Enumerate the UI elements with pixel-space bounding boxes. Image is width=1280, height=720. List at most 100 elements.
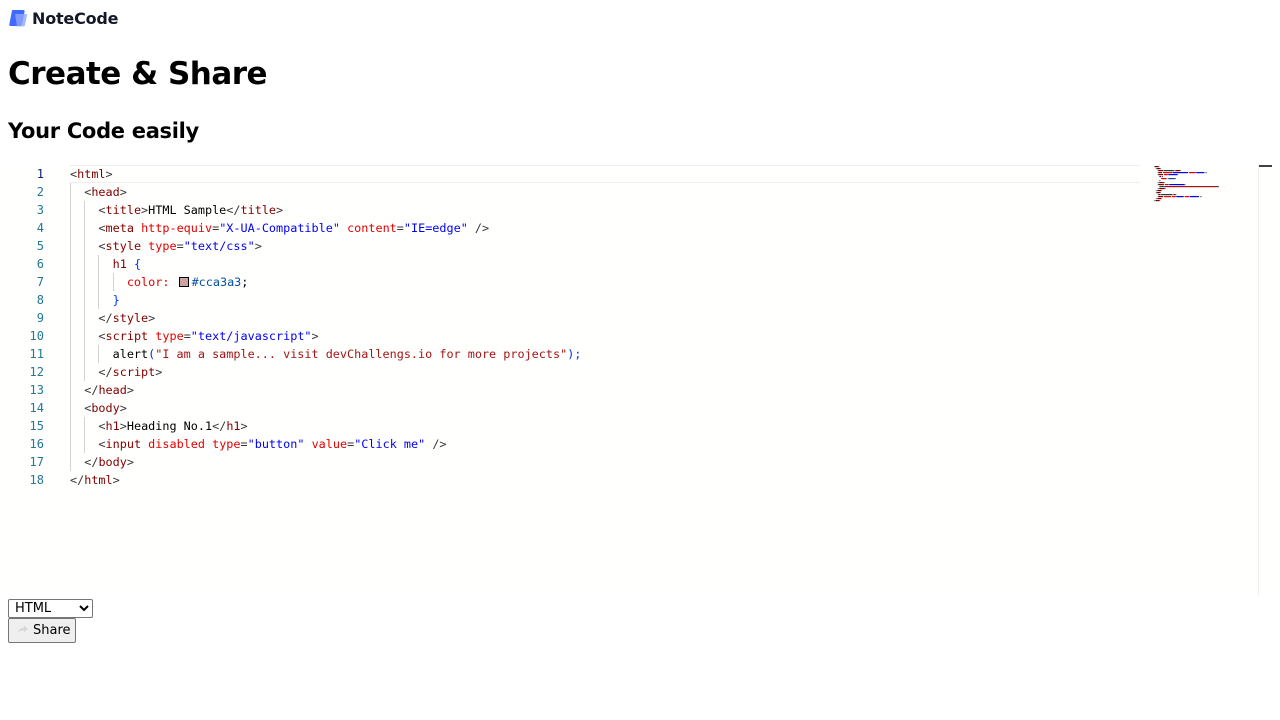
minimap-token [1196,172,1205,174]
code-line: <html> [70,165,113,183]
code-token: disabled [148,437,205,451]
code-token: style [112,311,149,325]
indent-guide [98,273,100,291]
minimap-token [1163,186,1165,188]
code-line: </head> [70,381,134,399]
share-button[interactable]: Share [8,618,76,643]
code-minimap[interactable] [1146,165,1246,225]
indent-guide [84,219,86,237]
code-token: "I am a sample... visit devChallengs.io … [155,347,568,361]
indent-guide [84,273,86,291]
code-line: color: #cca3a3; [70,273,249,291]
minimap-token [1189,196,1190,198]
indent-guide [70,399,71,417]
code-editor[interactable]: 1 2 3 4 5 6 7 8 9 10 11 12 13 14 15 16 17 18 <html> <head… [8,165,1272,595]
minimap-token [1163,170,1174,172]
minimap-token [1157,190,1162,192]
indent-guide [70,291,71,309]
code-token: < [98,419,106,433]
code-token: > [119,185,127,199]
indent-guide [70,273,71,291]
minimap-token [1161,194,1172,196]
minimap-token [1158,196,1163,198]
code-token: http-equiv [141,221,213,235]
code-line: <script type="text/javascript"> [70,327,318,345]
code-token: </ [84,383,99,397]
minimap-token [1167,178,1169,180]
line-number: 13 [29,383,44,397]
minimap-token [1175,194,1177,196]
color-swatch[interactable] [178,277,189,287]
share-button-label: Share [33,623,71,638]
minimap-token [1217,186,1218,188]
code-line: } [70,291,120,309]
code-token: h1 [105,419,120,433]
brand-logo[interactable]: NoteCode [8,8,119,28]
code-token: } [112,293,120,307]
indent-guide [70,183,71,201]
minimap-token [1184,196,1190,198]
indent-guide [70,201,71,219]
brand-name: NoteCode [32,8,119,28]
code-token: < [98,203,106,217]
line-number: 15 [29,419,44,433]
indent-guide [70,309,71,327]
indent-guide [84,201,86,219]
indent-guide [84,345,86,363]
minimap-token [1154,200,1156,202]
code-token: type [212,437,241,451]
minimap-token [1156,192,1161,194]
line-number: 9 [36,311,44,325]
page-title: Create & Share [8,56,268,92]
indent-guide [70,345,71,363]
minimap-token [1164,184,1169,186]
code-token: HTML Sample [148,203,227,217]
code-token: h1 [226,419,241,433]
code-line: <input disabled type="button" value="Cli… [70,435,446,453]
code-token: { [133,257,142,271]
code-token: input [105,437,142,451]
line-number: 18 [29,473,44,487]
code-line: <title>HTML Sample</title> [70,201,283,219]
minimap-token [1155,198,1158,200]
code-token: > [126,383,134,397]
minimap-token [1167,174,1169,176]
code-token: </ [84,455,99,469]
minimap-token [1184,184,1186,186]
code-token: </ [226,203,241,217]
minimap-token [1154,166,1159,168]
code-token: "button" [247,437,305,451]
code-token: script [112,365,156,379]
minimap-token [1155,192,1157,194]
code-token: type [155,329,184,343]
minimap-token [1168,184,1170,186]
minimap-token [1163,196,1172,198]
minimap-token [1175,196,1177,198]
code-token: > [119,419,127,433]
minimap-token [1163,174,1168,176]
minimap-token [1158,170,1163,172]
minimap-token [1160,194,1162,196]
minimap-token [1154,166,1155,168]
minimap-token [1164,186,1217,188]
code-token: > [155,365,163,379]
code-line: </style> [70,309,155,327]
code-token: h1 [112,257,127,271]
code-token: </ [98,365,113,379]
code-token: = [183,329,191,343]
code-token: </ [212,419,227,433]
minimap-token [1168,174,1178,176]
minimap-token [1157,196,1159,198]
language-select[interactable]: HTML [8,599,93,618]
minimap-token [1159,180,1161,182]
indent-guide [84,309,86,327]
vertical-scrollbar[interactable] [1258,165,1259,595]
line-number: 3 [36,203,44,217]
code-token: head [91,185,120,199]
minimap-token [1157,198,1162,200]
code-content[interactable]: <html> <head> <title>HTML Sample</title>… [70,165,1140,595]
minimap-token [1172,196,1176,198]
